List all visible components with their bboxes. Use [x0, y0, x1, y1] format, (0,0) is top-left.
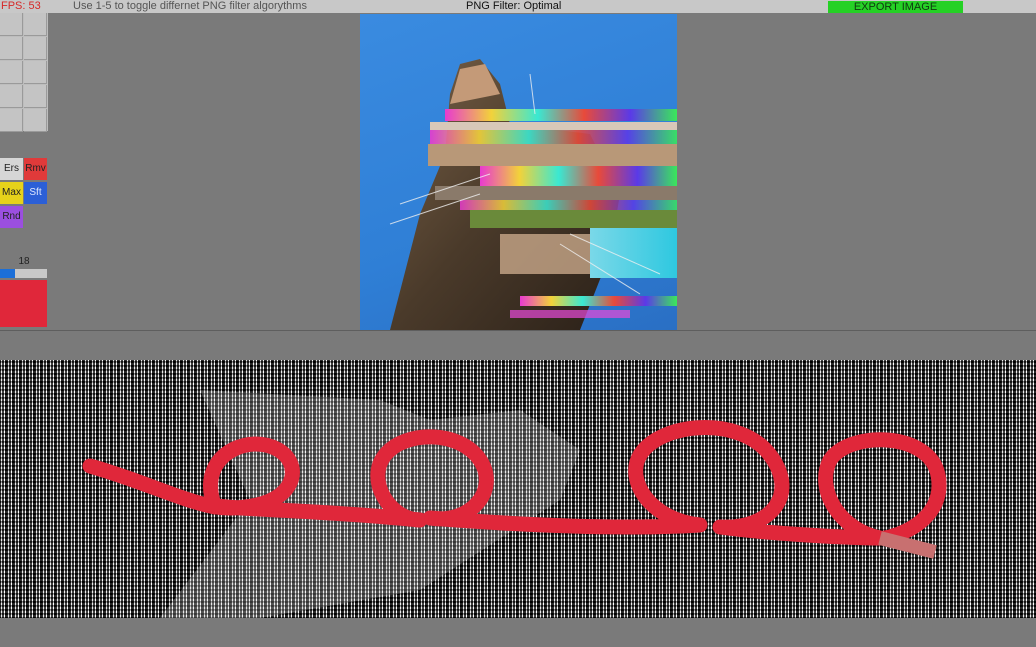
max-tool-button[interactable]: Max — [0, 182, 23, 204]
png-filter-label: PNG Filter: Optimal — [466, 0, 562, 12]
fps-counter: FPS: 53 — [1, 0, 41, 12]
brush-stroke-end — [878, 531, 937, 559]
drawing-canvas[interactable] — [0, 360, 1036, 618]
swatch-cell[interactable] — [24, 61, 47, 84]
brush-stroke-layer — [82, 390, 947, 618]
brush-size-slider[interactable] — [0, 269, 47, 278]
swatch-cell[interactable] — [0, 109, 23, 132]
swatch-cell[interactable] — [0, 85, 23, 108]
erase-tool-button[interactable]: Ers — [0, 158, 23, 180]
swatch-cell[interactable] — [0, 61, 23, 84]
random-tool-button[interactable]: Rnd — [0, 206, 23, 228]
swatch-cell[interactable] — [24, 85, 47, 108]
swatch-cell[interactable] — [24, 109, 47, 132]
image-preview — [360, 14, 677, 330]
glitched-cat-image — [389, 59, 677, 330]
export-image-button[interactable]: EXPORT IMAGE — [828, 1, 963, 13]
remove-tool-button[interactable]: Rmv — [24, 158, 47, 180]
filter-hint: Use 1-5 to toggle differnet PNG filter a… — [73, 0, 307, 12]
brush-size-slider-fill — [0, 269, 16, 278]
swatch-grid — [0, 13, 48, 132]
swatch-cell[interactable] — [24, 13, 47, 36]
swatch-cell[interactable] — [0, 37, 23, 60]
swatch-cell[interactable] — [24, 37, 47, 60]
bottom-bar — [0, 618, 1036, 647]
top-bar: FPS: 53 Use 1-5 to toggle differnet PNG … — [0, 0, 1036, 13]
panel-divider — [0, 330, 1036, 331]
brush-color-preview[interactable] — [0, 280, 47, 327]
shift-tool-button[interactable]: Sft — [24, 182, 47, 204]
brush-size-value: 18 — [18, 256, 30, 267]
swatch-cell[interactable] — [0, 13, 23, 36]
